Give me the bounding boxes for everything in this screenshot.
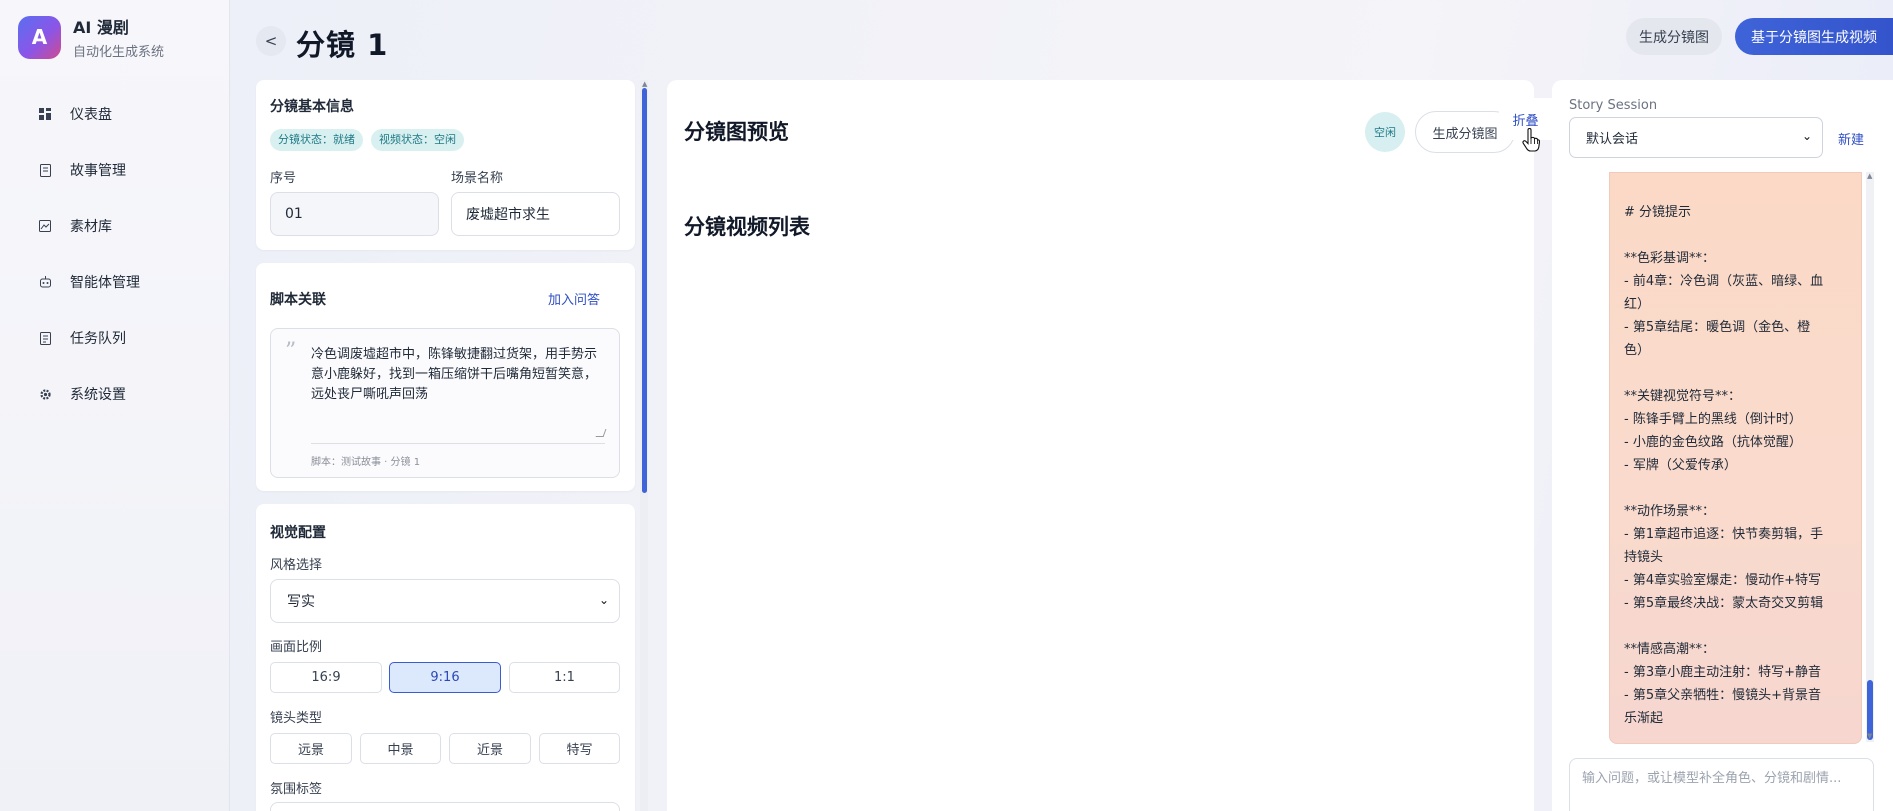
- seq-field[interactable]: 01: [270, 192, 439, 236]
- chat-scroll-thumb[interactable]: [1867, 680, 1873, 740]
- shot-option-wide[interactable]: 远景: [270, 733, 352, 764]
- sidebar-item-label: 智能体管理: [70, 275, 140, 291]
- mood-tags-input[interactable]: [270, 802, 620, 811]
- left-panel-scroll-thumb[interactable]: [642, 88, 647, 493]
- image-icon: [38, 219, 52, 233]
- visual-config-title: 视觉配置: [270, 525, 326, 541]
- sidebar-item-settings[interactable]: 系统设置: [0, 366, 230, 422]
- status-tags: 分镜状态：就绪 视频状态：空闲: [270, 128, 472, 151]
- style-label: 风格选择: [270, 558, 323, 573]
- story-session-panel: Story Session 默认会话 ⌄ 新建 # 分镜提示 **色彩基调**：…: [1552, 80, 1893, 811]
- sidebar: A AI 漫剧 自动化生成系统 仪表盘 故事管理 素材库 智能体管理 任务队列 …: [0, 0, 230, 811]
- back-button[interactable]: <: [256, 26, 286, 56]
- resize-handle-icon[interactable]: [595, 429, 607, 437]
- app-title: AI 漫剧: [73, 18, 129, 37]
- brand[interactable]: A AI 漫剧 自动化生成系统: [18, 14, 164, 60]
- gear-icon: [38, 387, 52, 401]
- sidebar-item-label: 系统设置: [70, 387, 126, 403]
- basic-info-title: 分镜基本信息: [270, 99, 354, 115]
- sidebar-item-label: 任务队列: [70, 331, 126, 347]
- basic-info-card: 分镜基本信息 分镜状态：就绪 视频状态：空闲 序号 01 场景名称 废墟超市求生: [256, 80, 635, 250]
- page-title: 分镜 1: [296, 28, 389, 62]
- chat-message: # 分镜提示 **色彩基调**： - 前4章：冷色调（灰蓝、暗绿、血 红） - …: [1609, 172, 1862, 744]
- ratio-label: 画面比例: [270, 640, 323, 655]
- sidebar-item-assets[interactable]: 素材库: [0, 198, 230, 254]
- scroll-up-arrow-icon[interactable]: ▲: [642, 80, 647, 88]
- script-textarea[interactable]: ” 冷色调废墟超市中，陈锋敏捷翻过货架，用手势示意小鹿躲好，找到一箱压缩饼干后嘴…: [270, 328, 620, 478]
- robot-icon: [38, 275, 52, 289]
- chevron-down-icon: ⌄: [598, 593, 609, 607]
- visual-config-card: 视觉配置 风格选择 写实 ⌄ 画面比例 16:9 9:16 1:1 镜头类型 远…: [256, 504, 635, 811]
- dashboard-icon: [38, 107, 52, 121]
- scroll-up-arrow-icon[interactable]: ▲: [1867, 172, 1872, 180]
- list-icon: [38, 331, 52, 345]
- hand-cursor-icon: [1522, 128, 1540, 152]
- session-select[interactable]: 默认会话 ⌄: [1569, 117, 1823, 158]
- generate-storyboard-button[interactable]: 生成分镜图: [1626, 18, 1722, 55]
- sidebar-nav: 仪表盘 故事管理 素材库 智能体管理 任务队列 系统设置: [0, 86, 230, 422]
- session-label: Story Session: [1569, 98, 1658, 113]
- ratio-option-16-9[interactable]: 16:9: [270, 662, 382, 693]
- scroll-down-arrow-icon[interactable]: ▼: [1867, 732, 1872, 740]
- generate-video-button[interactable]: 基于分镜图生成视频: [1735, 18, 1893, 55]
- ratio-option-9-16[interactable]: 9:16: [389, 662, 501, 693]
- style-select[interactable]: 写实 ⌄: [270, 579, 620, 623]
- sidebar-item-dashboard[interactable]: 仪表盘: [0, 86, 230, 142]
- scene-name-field[interactable]: 废墟超市求生: [451, 192, 620, 236]
- session-select-value: 默认会话: [1586, 132, 1639, 147]
- script-text: 冷色调废墟超市中，陈锋敏捷翻过货架，用手势示意小鹿躲好，找到一箱压缩饼干后嘴角短…: [311, 347, 598, 402]
- seq-label: 序号: [270, 171, 297, 186]
- shot-option-medium[interactable]: 中景: [360, 733, 441, 764]
- script-title: 脚本关联: [270, 292, 326, 308]
- book-icon: [38, 163, 52, 177]
- sidebar-item-label: 故事管理: [70, 163, 126, 179]
- shot-option-closeup[interactable]: 特写: [539, 733, 620, 764]
- sidebar-item-label: 仪表盘: [70, 107, 112, 123]
- storyboard-preview-panel: 分镜图预览 空闲 生成分镜图 分镜视频列表: [667, 80, 1534, 811]
- chevron-down-icon: ⌄: [1801, 129, 1812, 143]
- shot-type-label: 镜头类型: [270, 711, 323, 726]
- new-session-link[interactable]: 新建: [1838, 129, 1864, 148]
- storyboard-status-badge: 分镜状态：就绪: [270, 129, 363, 151]
- chat-input[interactable]: 输入问题，或让模型补全角色、分镜和剧情...: [1569, 758, 1874, 811]
- script-card: 脚本关联 加入问答 ” 冷色调废墟超市中，陈锋敏捷翻过货架，用手势示意小鹿躲好，…: [256, 263, 635, 491]
- sidebar-item-tasks[interactable]: 任务队列: [0, 310, 230, 366]
- shot-option-close[interactable]: 近景: [449, 733, 531, 764]
- chat-scrollbar[interactable]: [1866, 172, 1874, 742]
- scene-name-label: 场景名称: [451, 171, 504, 186]
- video-list-title: 分镜视频列表: [684, 215, 810, 239]
- preview-title: 分镜图预览: [684, 120, 789, 144]
- sidebar-item-agents[interactable]: 智能体管理: [0, 254, 230, 310]
- sidebar-item-stories[interactable]: 故事管理: [0, 142, 230, 198]
- script-meta: 脚本：测试故事 · 分镜 1: [311, 457, 421, 468]
- sidebar-item-label: 素材库: [70, 219, 112, 235]
- mood-tags-label: 氛围标签: [270, 782, 323, 797]
- add-to-qa-link[interactable]: 加入问答: [548, 289, 600, 308]
- quote-icon: ”: [285, 339, 297, 364]
- ratio-option-1-1[interactable]: 1:1: [509, 662, 620, 693]
- app-logo: A: [18, 15, 61, 59]
- chat-message-text: # 分镜提示 **色彩基调**： - 前4章：冷色调（灰蓝、暗绿、血 红） - …: [1624, 205, 1824, 726]
- video-status-badge: 视频状态：空闲: [371, 129, 464, 151]
- style-select-value: 写实: [287, 594, 315, 610]
- idle-status-badge: 空闲: [1365, 112, 1405, 152]
- app-subtitle: 自动化生成系统: [73, 45, 165, 60]
